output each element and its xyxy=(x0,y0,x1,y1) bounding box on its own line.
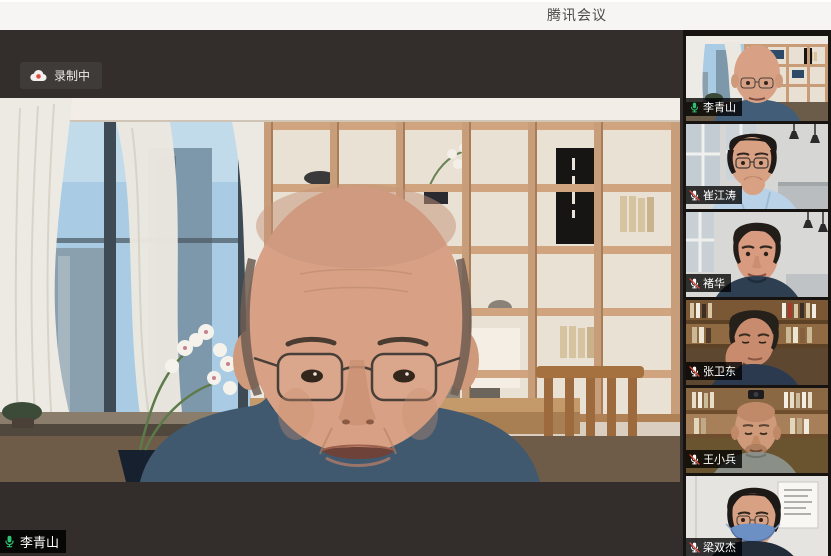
window-title: 腾讯会议 xyxy=(547,5,607,25)
microphone-on-icon xyxy=(689,102,700,113)
microphone-muted-icon xyxy=(689,542,700,553)
participant-name: 梁双杰 xyxy=(703,539,736,555)
recording-badge[interactable]: 录制中 xyxy=(20,62,102,89)
main-speaker-name: 李青山 xyxy=(20,532,59,551)
microphone-muted-icon xyxy=(689,454,700,465)
participant-tile-liangshuangjie[interactable]: 梁双杰 xyxy=(686,476,828,556)
main-video-scene xyxy=(0,98,680,482)
participant-name-label: 梁双杰 xyxy=(686,538,742,556)
microphone-on-icon xyxy=(3,535,16,548)
participant-tile-chuhua[interactable]: 褚华 xyxy=(686,212,828,297)
main-speaker-name-label: 李青山 xyxy=(0,530,66,553)
cloud-record-icon xyxy=(30,69,47,82)
participant-name-label: 张卫东 xyxy=(686,362,742,380)
participant-name: 王小兵 xyxy=(703,451,736,467)
participant-name-label: 褚华 xyxy=(686,274,731,292)
meeting-stage: 录制中 李青山 xyxy=(0,30,831,556)
tencent-meeting-window: 腾讯会议 xyxy=(0,0,831,556)
titlebar: 腾讯会议 xyxy=(0,0,831,31)
participant-tile-zhangweidong[interactable]: 张卫东 xyxy=(686,300,828,385)
participant-name-label: 崔江涛 xyxy=(686,186,742,204)
participant-name-label: 王小兵 xyxy=(686,450,742,468)
participant-name: 张卫东 xyxy=(703,363,736,379)
participant-name: 崔江涛 xyxy=(703,187,736,203)
participant-name: 李青山 xyxy=(703,99,736,115)
microphone-muted-icon xyxy=(689,366,700,377)
recording-label: 录制中 xyxy=(54,67,90,84)
participant-name: 褚华 xyxy=(703,275,725,291)
participants-sidebar: 李青山 xyxy=(683,30,831,556)
main-speaker-video[interactable] xyxy=(0,98,680,482)
participant-tile-liqingshan[interactable]: 李青山 xyxy=(686,36,828,121)
participant-name-label: 李青山 xyxy=(686,98,742,116)
microphone-muted-icon xyxy=(689,190,700,201)
microphone-muted-icon xyxy=(689,278,700,289)
participant-tile-cuijiangtao[interactable]: 崔江涛 xyxy=(686,124,828,209)
participant-tile-wangxiaobing[interactable]: 王小兵 xyxy=(686,388,828,473)
